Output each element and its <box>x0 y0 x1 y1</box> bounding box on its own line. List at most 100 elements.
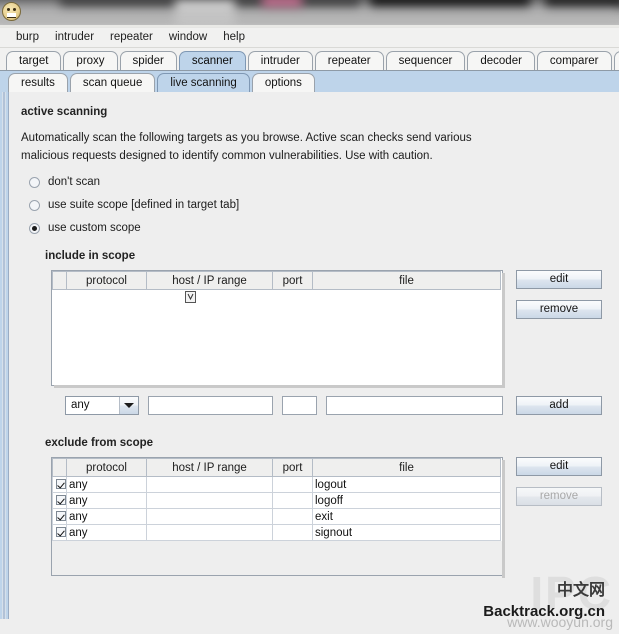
row-port[interactable] <box>272 476 313 493</box>
smiley-face-icon[interactable] <box>2 2 21 21</box>
titlebar-blur-dark-2 <box>370 0 530 8</box>
exclude-col-protocol[interactable]: protocol <box>66 458 147 477</box>
menu-item-burp[interactable]: burp <box>8 29 47 46</box>
menu-item-window[interactable]: window <box>161 29 215 46</box>
row-port[interactable] <box>272 524 313 541</box>
subtab-results[interactable]: results <box>8 73 68 92</box>
row-file[interactable]: logout <box>312 476 501 493</box>
chevron-down-icon[interactable] <box>119 397 138 414</box>
exclude-remove-button: remove <box>516 487 602 506</box>
exclude-scope-table[interactable]: protocol host / IP range port file any l… <box>52 458 501 541</box>
include-col-check[interactable] <box>52 271 67 290</box>
page-title: active scanning <box>21 106 108 118</box>
titlebar-blur-dark-3 <box>545 0 619 8</box>
row-protocol[interactable]: any <box>66 524 147 541</box>
row-protocol[interactable]: any <box>66 492 147 509</box>
include-col-protocol[interactable]: protocol <box>66 271 147 290</box>
table-row[interactable]: any exit <box>52 508 501 525</box>
include-remove-button[interactable]: remove <box>516 300 602 319</box>
radio-button-dont-scan[interactable] <box>29 176 40 188</box>
protocol-select[interactable]: any <box>65 396 139 415</box>
row-port[interactable] <box>272 492 313 509</box>
include-edit-button[interactable]: edit <box>516 270 602 289</box>
live-scanning-panel: active scanning Automatically scan the f… <box>8 92 619 619</box>
include-scope-table-shell: protocol host / IP range port file <box>51 270 505 388</box>
subtab-options[interactable]: options <box>251 73 315 92</box>
scan-mode-radio-group: don't scan use suite scope [defined in t… <box>9 176 619 234</box>
row-enabled-checkbox[interactable] <box>52 508 67 525</box>
content-area: active scanning Automatically scan the f… <box>0 92 619 619</box>
menu-item-help[interactable]: help <box>215 29 253 46</box>
tab-spider[interactable]: spider <box>119 51 177 70</box>
tab-scanner[interactable]: scanner <box>178 51 246 70</box>
exclude-table-shadow-right <box>502 460 505 578</box>
row-enabled-checkbox[interactable] <box>52 476 67 493</box>
row-host[interactable] <box>146 492 273 509</box>
smiley-mouth <box>7 13 16 18</box>
exclude-col-file[interactable]: file <box>312 458 501 477</box>
menubar: burp intruder repeater window help <box>0 27 619 48</box>
port-input[interactable] <box>282 396 317 415</box>
row-port[interactable] <box>272 508 313 525</box>
exclude-col-port[interactable]: port <box>272 458 313 477</box>
tab-decoder[interactable]: decoder <box>467 51 535 70</box>
tab-sequencer[interactable]: sequencer <box>385 51 466 70</box>
menu-item-intruder[interactable]: intruder <box>47 29 102 46</box>
exclude-scope-heading: exclude from scope <box>45 437 154 449</box>
exclude-scope-table-shell: protocol host / IP range port file any l… <box>51 457 505 578</box>
include-add-button[interactable]: add <box>516 396 602 415</box>
radio-label-use-custom-scope: use custom scope <box>48 222 141 234</box>
include-table-empty-body[interactable] <box>52 290 502 385</box>
row-file[interactable]: exit <box>312 508 501 525</box>
subtab-live-scanning[interactable]: live scanning <box>157 73 250 92</box>
include-scope-table[interactable]: protocol host / IP range port file <box>52 271 501 290</box>
tab-proxy[interactable]: proxy <box>63 51 118 70</box>
row-host[interactable] <box>146 508 273 525</box>
include-col-file[interactable]: file <box>312 271 501 290</box>
include-col-host[interactable]: host / IP range <box>146 271 273 290</box>
exclude-scope-block: protocol host / IP range port file any l… <box>51 457 619 578</box>
menu-item-repeater[interactable]: repeater <box>102 29 161 46</box>
tab-target[interactable]: target <box>6 51 62 70</box>
radio-label-use-suite-scope: use suite scope [defined in target tab] <box>48 199 240 211</box>
tab-repeater[interactable]: repeater <box>314 51 384 70</box>
burp-suite-window: burp intruder repeater window help targe… <box>0 27 619 634</box>
tab-intruder[interactable]: intruder <box>247 51 313 70</box>
radio-option-dont-scan[interactable]: don't scan <box>29 176 619 188</box>
file-input[interactable] <box>326 396 503 415</box>
include-col-port[interactable]: port <box>272 271 313 290</box>
scanner-sub-tab-strip: results scan queue live scanning options <box>0 70 619 92</box>
radio-button-use-suite-scope[interactable] <box>29 199 40 211</box>
table-row[interactable]: any logoff <box>52 492 501 509</box>
smiley-eye-right <box>13 8 16 11</box>
tab-options[interactable]: options <box>613 51 619 70</box>
host-input[interactable] <box>148 396 273 415</box>
radio-button-use-custom-scope[interactable] <box>29 222 40 234</box>
radio-option-use-custom-scope[interactable]: use custom scope <box>29 222 619 234</box>
row-host[interactable] <box>146 524 273 541</box>
row-host[interactable] <box>146 476 273 493</box>
row-enabled-checkbox[interactable] <box>52 524 67 541</box>
exclude-col-host[interactable]: host / IP range <box>146 458 273 477</box>
protocol-select-value: any <box>66 397 119 414</box>
row-file[interactable]: logoff <box>312 492 501 509</box>
radio-label-dont-scan: don't scan <box>48 176 101 188</box>
exclude-table-empty-body[interactable] <box>52 541 502 575</box>
row-enabled-checkbox[interactable] <box>52 492 67 509</box>
window-titlebar <box>0 0 619 27</box>
exclude-edit-button[interactable]: edit <box>516 457 602 476</box>
main-tab-strip: target proxy spider scanner intruder rep… <box>0 48 619 70</box>
subtab-scan-queue[interactable]: scan queue <box>69 73 156 92</box>
page-description: Automatically scan the following targets… <box>21 132 472 162</box>
radio-option-use-suite-scope[interactable]: use suite scope [defined in target tab] <box>29 199 619 211</box>
table-row[interactable]: any signout <box>52 524 501 541</box>
row-file[interactable]: signout <box>312 524 501 541</box>
include-table-shadow-bottom <box>54 385 505 388</box>
tab-comparer[interactable]: comparer <box>536 51 612 70</box>
exclude-table-header-row: protocol host / IP range port file <box>52 458 501 477</box>
include-table-header-row: protocol host / IP range port file <box>52 271 501 290</box>
row-protocol[interactable]: any <box>66 476 147 493</box>
exclude-col-check[interactable] <box>52 458 67 477</box>
table-row[interactable]: any logout <box>52 476 501 493</box>
row-protocol[interactable]: any <box>66 508 147 525</box>
